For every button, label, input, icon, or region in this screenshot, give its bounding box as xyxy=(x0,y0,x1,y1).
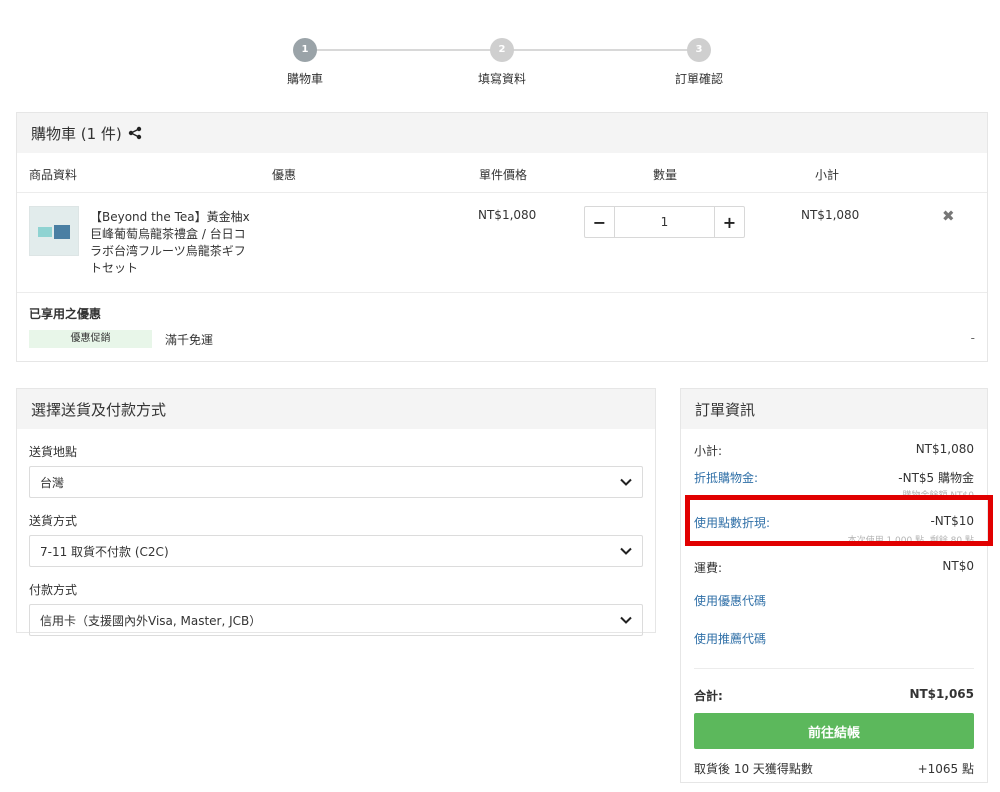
chevron-down-icon xyxy=(620,478,632,486)
promo-title: 已享用之優惠 xyxy=(29,307,102,321)
select-value: 信用卡（支援國內外Visa, Master, JCB） xyxy=(40,613,262,628)
shipping-fee-row: 運費: NT$0 xyxy=(694,559,974,576)
cart-item-row: 【Beyond the Tea】黃金柚x巨峰葡萄烏龍茶禮盒 / 台日コラボ台湾フ… xyxy=(17,193,987,293)
shipping-fee-label: 運費: xyxy=(694,561,723,575)
order-summary-panel: 訂單資訊 小計: NT$1,080 折抵購物金: -NT$5 購物金 購物金餘額… xyxy=(680,388,988,783)
step-label: 購物車 xyxy=(286,72,323,86)
total-label: 合計: xyxy=(694,689,723,703)
step-info: 2 填寫資料 xyxy=(462,38,542,87)
qty-plus-button[interactable]: + xyxy=(714,207,744,237)
chevron-down-icon xyxy=(620,616,632,624)
reward-row: 取貨後 10 天獲得點數 +1065 點 xyxy=(694,760,974,777)
checkout-stepper: 1 購物車 2 填寫資料 3 訂單確認 xyxy=(0,38,1000,98)
checkout-button[interactable]: 前往結帳 xyxy=(694,713,974,749)
highlight-box xyxy=(685,495,993,546)
select-value: 台灣 xyxy=(40,475,65,490)
shipping-title: 選擇送貨及付款方式 xyxy=(31,400,167,419)
col-discount: 優惠 xyxy=(272,168,297,182)
step-number: 3 xyxy=(687,38,711,62)
order-body: 小計: NT$1,080 折抵購物金: -NT$5 購物金 購物金餘額 NT$0… xyxy=(681,429,987,777)
shipping-fee-value: NT$0 xyxy=(942,559,974,573)
referral-row: 使用推薦代碼 xyxy=(694,630,974,647)
col-subtotal: 小計 xyxy=(815,168,840,182)
product-name[interactable]: 【Beyond the Tea】黃金柚x巨峰葡萄烏龍茶禮盒 / 台日コラボ台湾フ… xyxy=(90,209,255,277)
product-thumbnail[interactable] xyxy=(29,206,79,256)
item-subtotal: NT$1,080 xyxy=(801,208,860,222)
cart-title: 購物車 (1 件) xyxy=(31,124,122,143)
promo-desc: 滿千免運 xyxy=(165,333,214,347)
step-confirm: 3 訂單確認 xyxy=(659,38,739,87)
shipping-header: 選擇送貨及付款方式 xyxy=(17,389,655,429)
credit-row: 折抵購物金: -NT$5 購物金 xyxy=(694,469,974,486)
qty-minus-button[interactable]: − xyxy=(585,207,615,237)
reward-label: 取貨後 10 天獲得點數 xyxy=(694,762,813,776)
reward-value: +1065 點 xyxy=(917,762,974,776)
subtotal-value: NT$1,080 xyxy=(915,442,974,456)
step-label: 填寫資料 xyxy=(477,72,526,86)
ship-location-select[interactable]: 台灣 xyxy=(29,466,643,498)
remove-item-icon[interactable]: ✖ xyxy=(942,207,955,225)
quantity-stepper: − 1 + xyxy=(584,206,745,238)
credit-value: -NT$5 購物金 xyxy=(898,471,974,485)
coupon-row: 使用優惠代碼 xyxy=(694,592,974,609)
credit-link[interactable]: 折抵購物金: xyxy=(694,469,758,486)
select-value: 7-11 取貨不付款 (C2C) xyxy=(40,544,169,559)
promo-badge: 優惠促銷 xyxy=(29,330,152,348)
chevron-down-icon xyxy=(620,547,632,555)
shipping-form: 送貨地點 台灣 送貨方式 7-11 取貨不付款 (C2C) 付款方式 信用卡（支… xyxy=(17,429,655,636)
ship-location-label: 送貨地點 xyxy=(29,445,78,459)
cart-panel: 購物車 (1 件) 商品資料 優惠 單件價格 數量 小計 【Beyond the… xyxy=(16,112,988,362)
subtotal-label: 小計: xyxy=(694,444,723,458)
qty-input[interactable]: 1 xyxy=(615,207,714,237)
cart-table-header: 商品資料 優惠 單件價格 數量 小計 xyxy=(17,153,987,193)
col-product: 商品資料 xyxy=(29,168,78,182)
coupon-code-link[interactable]: 使用優惠代碼 xyxy=(694,592,766,609)
order-title: 訂單資訊 xyxy=(695,400,756,419)
ship-method-select[interactable]: 7-11 取貨不付款 (C2C) xyxy=(29,535,643,567)
share-icon[interactable] xyxy=(128,126,142,140)
total-row: 合計: NT$1,065 xyxy=(694,687,974,704)
shipping-panel: 選擇送貨及付款方式 送貨地點 台灣 送貨方式 7-11 取貨不付款 (C2C) … xyxy=(16,388,656,636)
step-label: 訂單確認 xyxy=(674,72,723,86)
total-value: NT$1,065 xyxy=(909,687,974,701)
col-quantity: 數量 xyxy=(653,168,678,182)
promo-value: - xyxy=(970,331,975,345)
step-number: 2 xyxy=(490,38,514,62)
order-header: 訂單資訊 xyxy=(681,389,987,429)
col-unit-price: 單件價格 xyxy=(479,168,528,182)
payment-method-select[interactable]: 信用卡（支援國內外Visa, Master, JCB） xyxy=(29,604,643,636)
step-cart: 1 購物車 xyxy=(265,38,345,87)
unit-price: NT$1,080 xyxy=(478,208,537,222)
step-number: 1 xyxy=(293,38,317,62)
cart-header: 購物車 (1 件) xyxy=(17,113,987,153)
applied-promotions: 已享用之優惠 優惠促銷 滿千免運 - xyxy=(17,293,987,362)
subtotal-row: 小計: NT$1,080 xyxy=(694,442,974,459)
referral-code-link[interactable]: 使用推薦代碼 xyxy=(694,630,766,647)
payment-method-label: 付款方式 xyxy=(29,583,78,597)
ship-method-label: 送貨方式 xyxy=(29,514,78,528)
divider xyxy=(694,668,974,669)
